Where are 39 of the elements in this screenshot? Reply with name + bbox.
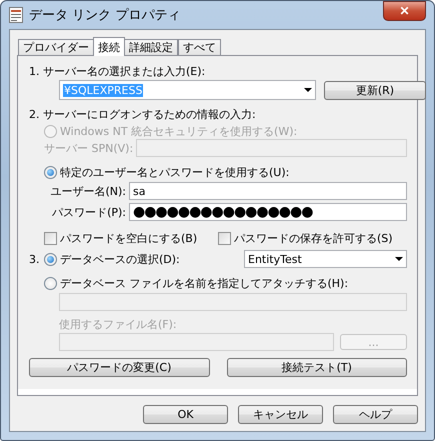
- password-field[interactable]: ●●●●●●●●●●●●●●●●: [129, 203, 407, 221]
- action-button[interactable]: パスワードの変更(C): [29, 358, 210, 377]
- section-number: 3.: [29, 252, 40, 266]
- attach-file-field[interactable]: [59, 293, 407, 311]
- tab[interactable]: 接続: [93, 37, 125, 56]
- radio-button[interactable]: [44, 166, 57, 178]
- dropdown-caret-icon[interactable]: [395, 257, 403, 261]
- window-title: データ リンク プロパティ: [29, 7, 182, 24]
- tab[interactable]: すべて: [178, 39, 221, 56]
- radio-button[interactable]: [44, 252, 57, 266]
- radio-label: データベース ファイルを名前を指定してアタッチする(H):: [60, 276, 348, 290]
- radio-label: データベースの選択(D):: [60, 252, 180, 266]
- checkbox-label: パスワードの保存を許可する(S): [234, 230, 393, 246]
- checkbox[interactable]: [44, 232, 57, 244]
- checkbox[interactable]: [218, 232, 231, 244]
- refresh-button[interactable]: 更新(R): [324, 80, 426, 100]
- tab[interactable]: プロバイダー: [18, 39, 94, 56]
- checkbox-label: パスワードを空白にする(B): [60, 230, 198, 246]
- section-label: 1. サーバー名の選択または入力(E):: [29, 64, 206, 78]
- database-combo-box[interactable]: EntityTest: [244, 250, 407, 268]
- username-field[interactable]: sa: [129, 182, 407, 200]
- close-button[interactable]: ✕: [383, 1, 426, 21]
- field-label: 使用するファイル名(F):: [59, 316, 177, 332]
- radio-label: Windows NT 統合セキュリティを使用する(W):: [60, 124, 298, 138]
- field-label: パスワード(P):: [52, 206, 126, 218]
- spn-field[interactable]: [136, 139, 407, 157]
- field-label: ユーザー名(N):: [50, 184, 126, 198]
- radio-label: 特定のユーザー名とパスワードを使用する(U):: [60, 164, 290, 180]
- file-name-field[interactable]: [59, 333, 334, 351]
- section-label: 2. サーバーにログオンするための情報の入力:: [29, 106, 256, 122]
- properties-icon: [9, 7, 23, 23]
- action-button[interactable]: 接続テスト(T): [226, 358, 407, 377]
- dialog-button[interactable]: OK: [143, 405, 228, 424]
- dropdown-caret-icon[interactable]: [304, 88, 312, 92]
- radio-button[interactable]: [44, 276, 57, 290]
- dialog-button[interactable]: ヘルプ: [333, 405, 418, 424]
- field-label: サーバー SPN(V):: [44, 142, 134, 154]
- dialog-button[interactable]: キャンセル: [238, 405, 323, 424]
- tab[interactable]: 詳細設定: [124, 39, 178, 56]
